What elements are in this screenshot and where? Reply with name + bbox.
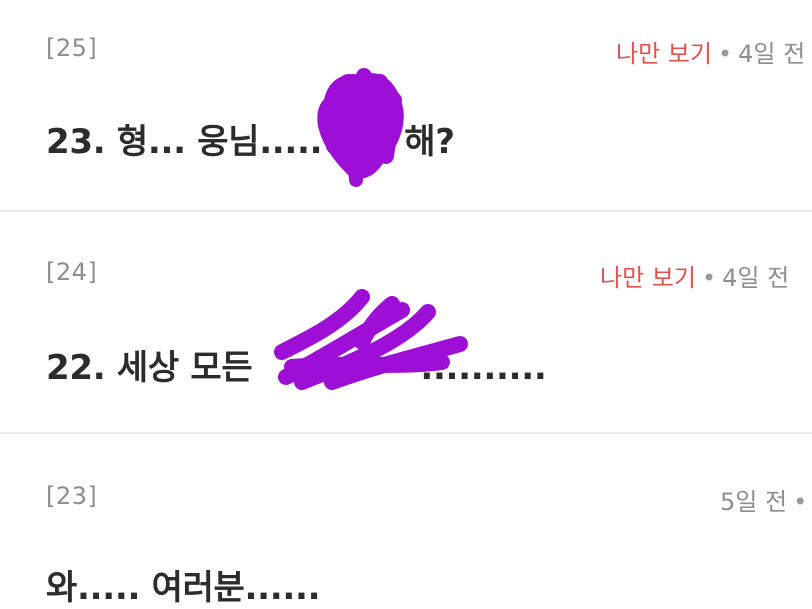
separator-dot: • [701, 264, 717, 292]
post-title: 23. 형... 웅님..... 해? [46, 114, 455, 163]
private-label: 나만 보기 [600, 264, 696, 292]
post-title: 22. 세상 모든.......... [46, 340, 547, 389]
private-label: 나만 보기 [616, 40, 712, 68]
separator-dot: • [793, 488, 808, 516]
post-title-text: 22. 세상 모든 [46, 348, 253, 388]
post-time: 4일 전 [722, 264, 790, 292]
post-title-text: 23. 형... 웅님..... [46, 122, 323, 162]
post-meta: 나만 보기 • 4일 전 [600, 258, 789, 293]
post-meta: 5일 전 • [720, 482, 812, 517]
post-number: [25] [46, 34, 98, 62]
post-time: 5일 전 [720, 488, 788, 516]
list-item[interactable]: [24] 나만 보기 • 4일 전 22. 세상 모든.......... [0, 212, 812, 432]
post-list: [25] 나만 보기 • 4일 전 23. 형... 웅님..... 해? [24] … [0, 0, 812, 609]
post-title-end: 해? [404, 122, 455, 162]
list-item[interactable]: [23] 5일 전 • 와..... 여러분...... [0, 434, 812, 609]
list-item[interactable]: [25] 나만 보기 • 4일 전 23. 형... 웅님..... 해? [0, 0, 812, 210]
post-title-end: .......... [420, 348, 547, 388]
post-number: [24] [46, 258, 98, 286]
post-number: [23] [46, 482, 98, 510]
post-title: 와..... 여러분...... [46, 568, 321, 608]
post-time: 4일 전 [738, 40, 806, 68]
separator-dot: • [717, 40, 733, 68]
post-meta: 나만 보기 • 4일 전 [616, 34, 805, 69]
